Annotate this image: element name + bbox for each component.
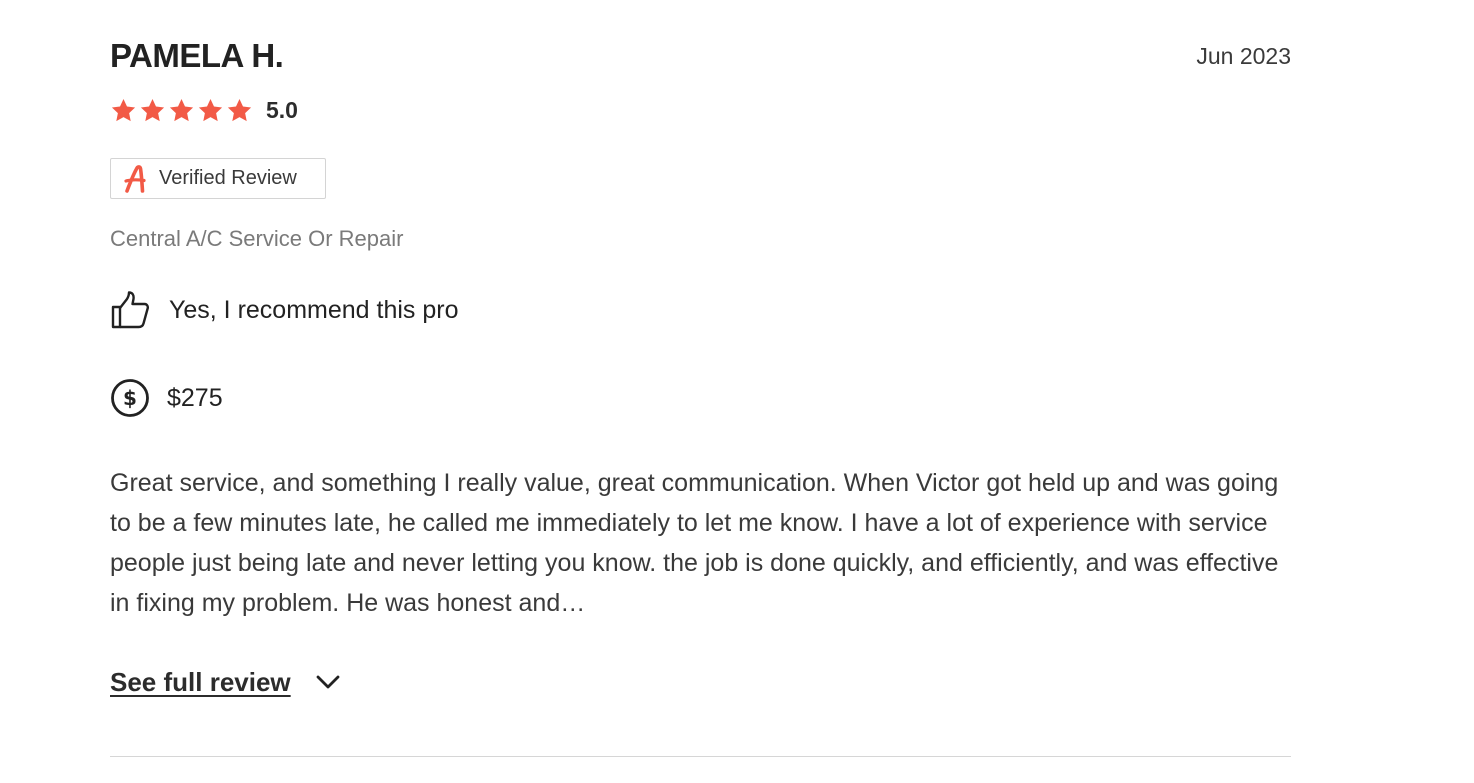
recommend-row: Yes, I recommend this pro [110, 290, 459, 330]
review-card: PAMELA H. Jun 2023 5.0 Verified Review C… [110, 0, 1291, 783]
chevron-down-icon[interactable] [313, 667, 343, 697]
angi-logo-icon [124, 164, 146, 193]
divider [110, 756, 1291, 757]
star-icon [227, 98, 252, 121]
review-header: PAMELA H. Jun 2023 [110, 36, 1291, 76]
rating-value: 5.0 [266, 96, 298, 123]
service-type: Central A/C Service Or Repair [110, 226, 404, 251]
cost-label: $275 [167, 383, 223, 412]
verified-review-badge: Verified Review [110, 158, 326, 199]
rating-row: 5.0 [110, 94, 298, 126]
cost-row: $ $275 [110, 378, 223, 418]
verified-review-label: Verified Review [159, 167, 297, 189]
star-icon [169, 98, 194, 121]
star-icon [140, 98, 165, 121]
star-icon [111, 98, 136, 121]
review-date: Jun 2023 [1196, 43, 1291, 69]
recommend-label: Yes, I recommend this pro [169, 295, 459, 324]
review-text: Great service, and something I really va… [110, 469, 1279, 617]
star-icon [198, 98, 223, 121]
star-rating [110, 97, 253, 124]
see-full-review-button[interactable]: See full review [110, 664, 343, 700]
dollar-circle-icon: $ [111, 379, 149, 417]
svg-text:$: $ [123, 386, 137, 410]
see-full-review-link[interactable]: See full review [110, 667, 291, 698]
reviewer-name: PAMELA H. [110, 37, 284, 74]
thumbs-up-icon [111, 291, 150, 329]
